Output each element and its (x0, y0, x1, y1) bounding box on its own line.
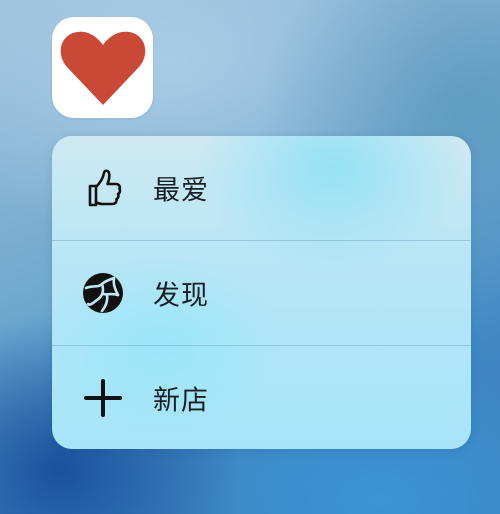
quick-action-new-stores[interactable]: 新店 (52, 345, 471, 449)
globe-icon (81, 271, 125, 315)
quick-action-label: 发现 (153, 280, 209, 312)
home-screen: 最爱 发现 新店 (0, 0, 500, 514)
heart-icon (60, 31, 145, 105)
app-icon[interactable] (52, 17, 153, 118)
quick-action-favorites[interactable]: 最爱 (52, 136, 471, 240)
quick-actions-menu: 最爱 发现 新店 (52, 136, 471, 449)
quick-action-label: 新店 (153, 385, 209, 417)
plus-icon (81, 376, 125, 420)
quick-action-discover[interactable]: 发现 (52, 240, 471, 345)
quick-action-label: 最爱 (153, 175, 209, 207)
thumbs-up-icon (81, 166, 125, 210)
